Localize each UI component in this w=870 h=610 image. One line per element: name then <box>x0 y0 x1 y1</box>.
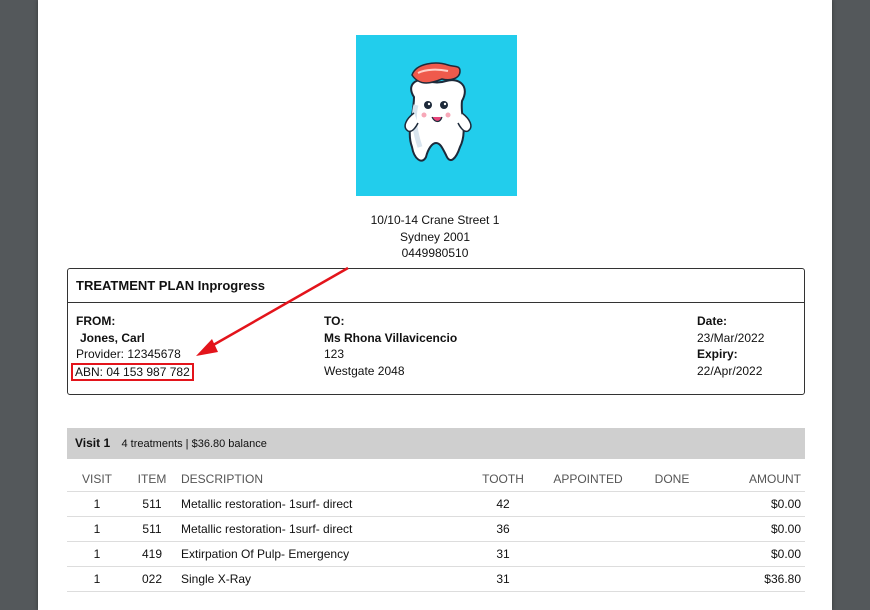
table-row: 1 511 Metallic restoration- 1surf- direc… <box>67 492 805 517</box>
col-appointed: APPOINTED <box>539 467 637 492</box>
table-row: 1 419 Extirpation Of Pulp- Emergency 31 … <box>67 542 805 567</box>
cell-amount: $0.00 <box>707 492 805 517</box>
table-row: 1 022 Single X-Ray 31 $36.80 <box>67 567 805 592</box>
cell-appointed <box>539 492 637 517</box>
cell-item: 511 <box>127 492 177 517</box>
cell-done <box>637 542 707 567</box>
date-label: Date: <box>697 313 764 330</box>
from-section: FROM: Jones, Carl Provider: 12345678 ABN… <box>76 313 194 381</box>
col-description: DESCRIPTION <box>177 467 467 492</box>
cell-visit: 1 <box>67 492 127 517</box>
address-city: Sydney 2001 <box>38 229 832 246</box>
expiry-value: 22/Apr/2022 <box>697 363 764 380</box>
cell-visit: 1 <box>67 567 127 592</box>
address-street: 10/10-14 Crane Street 1 <box>38 212 832 229</box>
cell-description: Metallic restoration- 1surf- direct <box>177 492 467 517</box>
table-row: 1 511 Metallic restoration- 1surf- direc… <box>67 517 805 542</box>
clinic-address: 10/10-14 Crane Street 1 Sydney 2001 0449… <box>38 212 832 262</box>
cell-done <box>637 567 707 592</box>
visit-summary: 4 treatments | $36.80 balance <box>121 438 266 450</box>
to-section: TO: Ms Rhona Villavicencio 123 Westgate … <box>324 313 457 379</box>
visit-header-bar: Visit 1 4 treatments | $36.80 balance <box>67 428 805 459</box>
document-page: 10/10-14 Crane Street 1 Sydney 2001 0449… <box>38 0 832 610</box>
cell-description: Metallic restoration- 1surf- direct <box>177 517 467 542</box>
cell-item: 022 <box>127 567 177 592</box>
to-label: TO: <box>324 313 457 330</box>
col-visit: VISIT <box>67 467 127 492</box>
from-provider: Provider: 12345678 <box>76 346 194 363</box>
cell-item: 511 <box>127 517 177 542</box>
cell-visit: 1 <box>67 517 127 542</box>
cell-done <box>637 517 707 542</box>
cell-amount: $0.00 <box>707 542 805 567</box>
cell-tooth: 42 <box>467 492 539 517</box>
cell-amount: $36.80 <box>707 567 805 592</box>
cell-tooth: 31 <box>467 567 539 592</box>
clinic-logo <box>356 35 517 196</box>
from-abn: ABN: 04 153 987 782 <box>75 365 190 379</box>
cell-tooth: 36 <box>467 517 539 542</box>
from-name: Jones, Carl <box>76 330 194 347</box>
abn-highlight: ABN: 04 153 987 782 <box>71 363 194 381</box>
cell-description: Single X-Ray <box>177 567 467 592</box>
to-name: Ms Rhona Villavicencio <box>324 330 457 347</box>
visit-title: Visit 1 <box>75 436 110 450</box>
cell-appointed <box>539 542 637 567</box>
col-tooth: TOOTH <box>467 467 539 492</box>
to-address-line1: 123 <box>324 346 457 363</box>
from-label: FROM: <box>76 313 194 330</box>
cell-done <box>637 492 707 517</box>
cell-appointed <box>539 517 637 542</box>
date-section: Date: 23/Mar/2022 Expiry: 22/Apr/2022 <box>697 313 764 379</box>
to-address-line2: Westgate 2048 <box>324 363 457 380</box>
treatment-table: VISIT ITEM DESCRIPTION TOOTH APPOINTED D… <box>67 467 805 592</box>
address-phone: 0449980510 <box>38 245 832 262</box>
cell-appointed <box>539 567 637 592</box>
cell-item: 419 <box>127 542 177 567</box>
cell-visit: 1 <box>67 542 127 567</box>
table-header-row: VISIT ITEM DESCRIPTION TOOTH APPOINTED D… <box>67 467 805 492</box>
col-item: ITEM <box>127 467 177 492</box>
treatment-plan-box: TREATMENT PLAN Inprogress FROM: Jones, C… <box>67 268 805 395</box>
cell-description: Extirpation Of Pulp- Emergency <box>177 542 467 567</box>
date-value: 23/Mar/2022 <box>697 330 764 347</box>
plan-title: TREATMENT PLAN Inprogress <box>68 269 804 303</box>
expiry-label: Expiry: <box>697 346 764 363</box>
tooth-mascot-icon <box>356 35 517 196</box>
cell-tooth: 31 <box>467 542 539 567</box>
col-amount: AMOUNT <box>707 467 805 492</box>
cell-amount: $0.00 <box>707 517 805 542</box>
col-done: DONE <box>637 467 707 492</box>
